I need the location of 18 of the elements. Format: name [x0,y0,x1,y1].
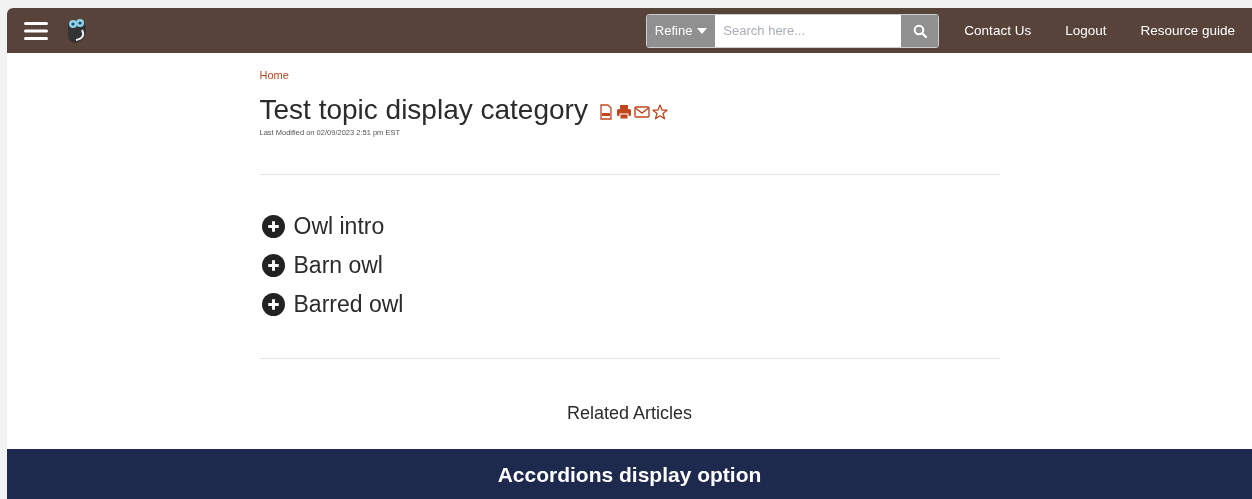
menu-icon[interactable] [24,20,48,41]
nav-link[interactable]: Resource guide [1123,23,1252,38]
page-title: Test topic display category [259,94,588,126]
email-icon[interactable] [633,104,650,120]
print-icon[interactable] [615,104,632,120]
pdf-icon[interactable] [597,104,614,120]
accordion-toggle[interactable]: Barn owl [259,252,383,279]
plus-circle-icon [261,254,285,277]
banner-heading: Accordions display option [7,449,1252,499]
accordion-toggle[interactable]: Barred owl [259,291,404,318]
related-articles-heading: Related Articles [565,403,694,424]
plus-circle-icon [261,293,285,316]
nav-link[interactable]: Logout [1048,23,1124,38]
plus-circle-icon [261,215,285,238]
nav-link[interactable]: Contact Us [947,23,1049,38]
star-icon[interactable] [651,104,668,120]
accordion-toggle[interactable]: Owl intro [259,213,385,240]
breadcrumb-link[interactable]: Home [259,69,289,81]
